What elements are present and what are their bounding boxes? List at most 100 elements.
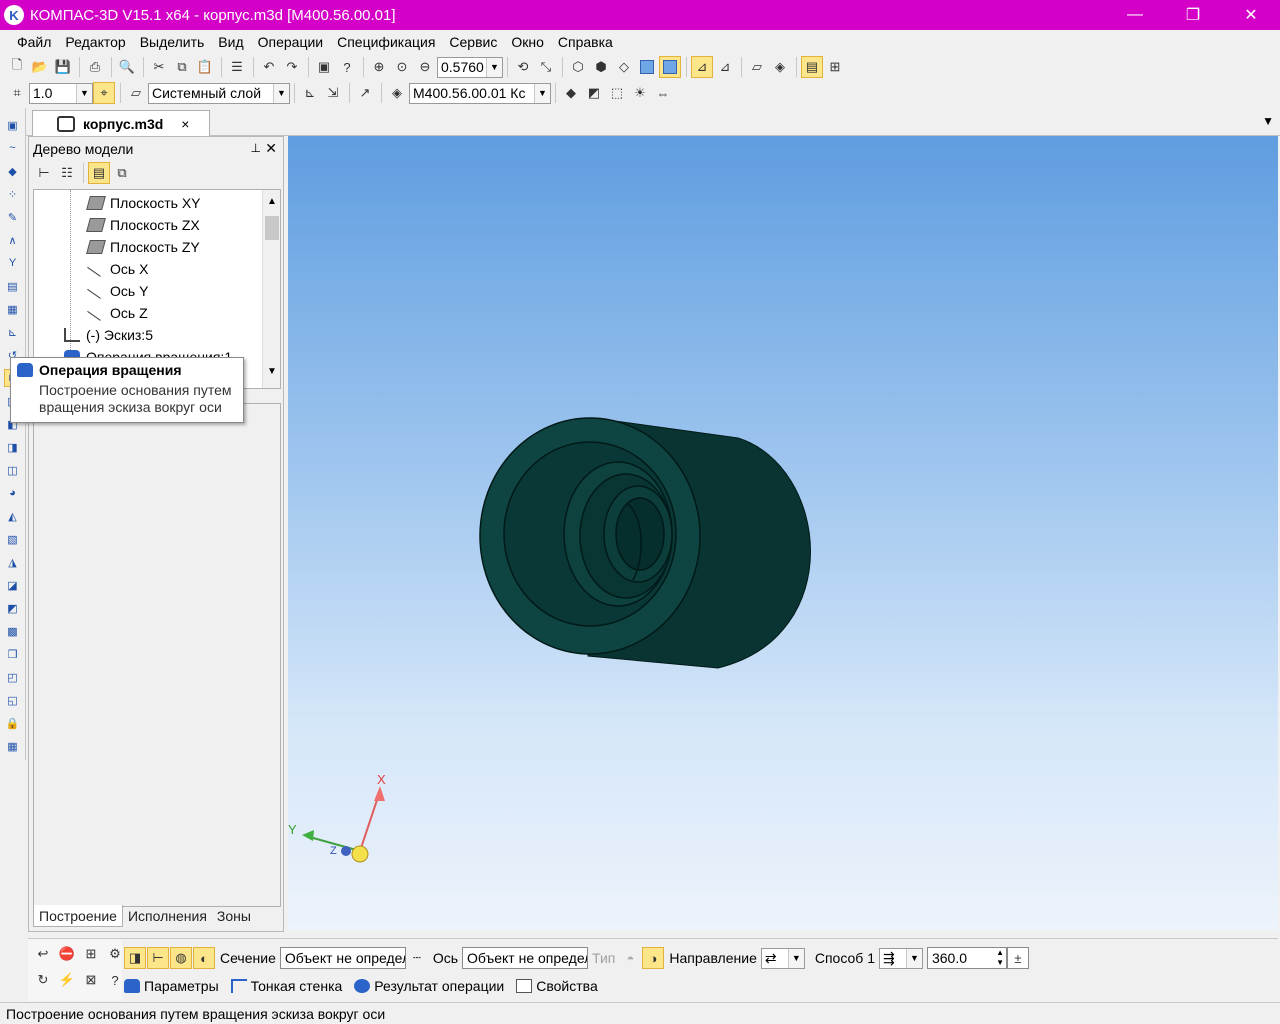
designation-combo[interactable]: M400.56.00.01 Кс ▼	[409, 82, 551, 104]
auto-create-icon[interactable]: ⚙	[104, 943, 126, 965]
chevron-down-icon[interactable]: ▼	[534, 83, 550, 103]
cut-icon[interactable]: ✂	[148, 56, 170, 78]
method-combo[interactable]: ⇶ ▼	[878, 947, 923, 969]
manager-icon[interactable]: ▣	[313, 56, 335, 78]
menu-service[interactable]: Сервис	[442, 34, 504, 50]
measure-tool-icon[interactable]: ✎	[4, 208, 22, 226]
light-icon[interactable]: ☀	[629, 82, 651, 104]
curve-tool-icon[interactable]: ~	[4, 139, 22, 157]
rotate-icon[interactable]: ⟲	[512, 56, 534, 78]
tree-copy-icon[interactable]: ⧉	[111, 162, 133, 184]
split-tool-icon[interactable]: ◰	[4, 668, 22, 686]
step-combo[interactable]: 1.0 ▼	[29, 82, 93, 104]
tree-item-sketch[interactable]: (-) Эскиз:5	[64, 324, 153, 346]
table-icon[interactable]: ⊞	[824, 56, 846, 78]
fillet-tool-icon[interactable]: ◕	[4, 484, 22, 502]
mirror-tool-icon[interactable]: ◩	[4, 599, 22, 617]
axis-line-icon[interactable]: ┄	[406, 947, 428, 969]
zoom-scale-icon[interactable]: ⊖	[414, 56, 436, 78]
cube-icon[interactable]: ▱	[746, 56, 768, 78]
type-sphere-icon[interactable]: ◓	[619, 947, 641, 969]
thread-tool-icon[interactable]: ◱	[4, 691, 22, 709]
dots-tool-icon[interactable]: ⁘	[4, 185, 22, 203]
section-field[interactable]: Объект не определен	[279, 947, 406, 969]
halftone-edges-icon[interactable]	[659, 56, 681, 78]
tree-item-plane-zx[interactable]: Плоскость ZX	[86, 214, 200, 236]
menu-view[interactable]: Вид	[211, 34, 250, 50]
hidden-lines-icon[interactable]: ⬢	[590, 56, 612, 78]
select-sketch-icon[interactable]: ◨	[124, 947, 146, 969]
shading-icon[interactable]: ◩	[583, 82, 605, 104]
tab-build[interactable]: Построение	[33, 905, 123, 927]
scroll-up-icon[interactable]: ▲	[263, 192, 280, 210]
spec-object-tool-icon[interactable]: ▦	[4, 737, 22, 755]
3d-viewport[interactable]: X Y Z	[288, 136, 1278, 930]
sheet-icon[interactable]: ◈	[769, 56, 791, 78]
open-folder-icon[interactable]: 📂	[29, 56, 51, 78]
menu-select[interactable]: Выделить	[133, 34, 212, 50]
rib-tool-icon[interactable]: ◮	[4, 553, 22, 571]
tree-item-plane-xy[interactable]: Плоскость XY	[86, 192, 201, 214]
type-toroid-icon[interactable]: ◑	[642, 947, 665, 969]
display-mode-icon[interactable]: ◆	[560, 82, 582, 104]
report-tool-icon[interactable]: ▦	[4, 300, 22, 318]
chevron-down-icon[interactable]: ▼	[273, 83, 289, 103]
library-icon[interactable]: ▤	[801, 56, 823, 78]
filter2-icon[interactable]: ⊿	[714, 56, 736, 78]
angle-tool-icon[interactable]: ∧	[4, 231, 22, 249]
point-tool-icon[interactable]: ◆	[4, 162, 22, 180]
menu-edit[interactable]: Редактор	[58, 34, 132, 50]
close-panel-icon[interactable]: ✕	[265, 140, 277, 157]
filter-icon[interactable]: ⊿	[691, 56, 713, 78]
arrow-select-icon[interactable]: ↗	[354, 82, 376, 104]
tab-versions[interactable]: Исполнения	[123, 905, 212, 927]
preview-icon[interactable]: 🔍	[116, 56, 138, 78]
menu-specification[interactable]: Спецификация	[330, 34, 442, 50]
menu-window[interactable]: Окно	[504, 34, 551, 50]
minimize-button[interactable]: —	[1106, 0, 1164, 30]
variant-icon[interactable]: ◈	[386, 82, 408, 104]
redo-icon[interactable]: ↷	[281, 56, 303, 78]
menu-help[interactable]: Справка	[551, 34, 620, 50]
halftone-icon[interactable]	[636, 56, 658, 78]
pin-icon[interactable]: ⊥	[251, 141, 261, 155]
lock-tool-icon[interactable]: 🔒	[4, 714, 22, 732]
document-tab[interactable]: корпус.m3d ×	[32, 110, 210, 136]
tree-structure-icon[interactable]: ⊢	[33, 162, 55, 184]
select-op-icon[interactable]: ◍	[170, 947, 192, 969]
spec-tool-icon[interactable]: ▤	[4, 277, 22, 295]
tree-scrollbar[interactable]: ▲ ▼	[262, 190, 280, 388]
plus-minus-button[interactable]: ±	[1006, 947, 1029, 969]
thin-lines-icon[interactable]: ◇	[613, 56, 635, 78]
preview-op-icon[interactable]: ⊠	[80, 969, 102, 991]
maximize-button[interactable]: ❐	[1164, 0, 1222, 30]
print-icon[interactable]: ⎙	[84, 56, 106, 78]
properties-icon[interactable]: ☰	[226, 56, 248, 78]
help-icon[interactable]: ?	[104, 969, 126, 991]
chevron-down-icon[interactable]: ▼	[76, 83, 92, 103]
hole-tool-icon[interactable]: ◫	[4, 461, 22, 479]
scroll-down-icon[interactable]: ▼	[263, 362, 280, 380]
tree-page-icon[interactable]: ▤	[88, 162, 110, 184]
tab-zones[interactable]: Зоны	[212, 905, 256, 927]
transparency-icon[interactable]: ⬚	[606, 82, 628, 104]
tab-thin-wall[interactable]: Тонкая стенка	[230, 978, 342, 994]
tab-properties[interactable]: Свойства	[516, 978, 598, 994]
help-pointer-icon[interactable]: ?	[336, 56, 358, 78]
sweep-tool-icon[interactable]: ◨	[4, 438, 22, 456]
tree-item-plane-zy[interactable]: Плоскость ZY	[86, 236, 200, 258]
spin-arrows-icon[interactable]: ▲ ▼	[996, 948, 1004, 968]
wireframe-icon[interactable]: ⬡	[567, 56, 589, 78]
chevron-down-icon[interactable]: ▼	[486, 57, 502, 77]
create-object-icon[interactable]: ⚡	[56, 969, 78, 991]
orient-icon[interactable]: ⇲	[322, 82, 344, 104]
cut-tool-icon[interactable]: ◪	[4, 576, 22, 594]
chevron-down-icon[interactable]: ▼	[787, 948, 804, 968]
back-icon[interactable]: ↩	[32, 943, 54, 965]
tree-item-axis-z[interactable]: Ось Z	[87, 302, 148, 324]
snap-icon[interactable]: ⌖	[93, 82, 115, 104]
dimension-icon[interactable]: ⇔	[652, 82, 674, 104]
grid-step-icon[interactable]: ⌗	[6, 82, 28, 104]
direction-combo[interactable]: ⇄ ▼	[760, 947, 805, 969]
menu-file[interactable]: Файл	[10, 34, 58, 50]
